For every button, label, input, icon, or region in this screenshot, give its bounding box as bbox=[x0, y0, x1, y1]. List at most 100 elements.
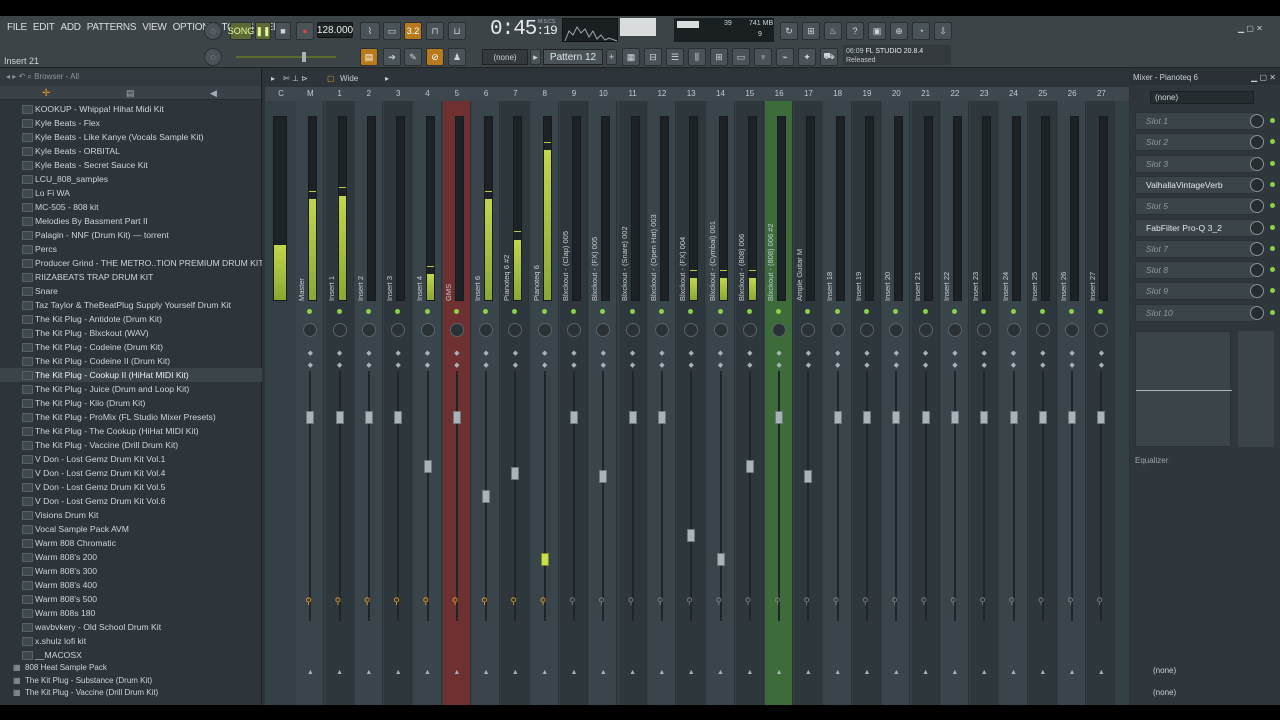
pattern-add-icon[interactable]: + bbox=[606, 49, 617, 65]
stereo-separation-icon[interactable]: ◆ bbox=[979, 361, 989, 369]
stereo-separation-icon[interactable]: ◆ bbox=[1009, 349, 1019, 357]
route-icon[interactable]: ⚲ bbox=[716, 596, 723, 607]
pattern-prev-icon[interactable]: ▸ bbox=[530, 49, 541, 65]
download-icon[interactable]: ⇩ bbox=[934, 22, 952, 40]
route-icon[interactable]: ⚲ bbox=[1038, 596, 1045, 607]
strip-number[interactable]: 18 bbox=[824, 89, 852, 98]
strip-label[interactable]: Insert 4 bbox=[415, 201, 429, 301]
stereo-separation-icon[interactable]: ◆ bbox=[921, 349, 931, 357]
menu-file[interactable]: FILE bbox=[4, 22, 30, 33]
stereo-separation-icon[interactable]: ◆ bbox=[803, 349, 813, 357]
stereo-separation-icon[interactable]: ◆ bbox=[305, 361, 315, 369]
volume-fader[interactable] bbox=[687, 529, 696, 543]
browser-folder[interactable]: RIIZABEATS TRAP DRUM KIT bbox=[0, 270, 262, 284]
help-icon[interactable]: ? bbox=[846, 22, 864, 40]
send-arrow-icon[interactable]: ▲ bbox=[891, 669, 901, 676]
route-icon[interactable]: ⚲ bbox=[628, 596, 635, 607]
strip-label[interactable]: Insert 23 bbox=[971, 201, 985, 301]
slot-enable-led[interactable] bbox=[1270, 160, 1275, 166]
stereo-separation-icon[interactable]: ◆ bbox=[569, 349, 579, 357]
send-arrow-icon[interactable]: ▲ bbox=[803, 669, 813, 676]
equalizer-display[interactable] bbox=[1135, 331, 1232, 447]
pan-knob[interactable] bbox=[567, 323, 581, 337]
effect-slot[interactable]: Slot 5 bbox=[1135, 197, 1255, 216]
volume-fader[interactable] bbox=[1068, 410, 1077, 424]
stereo-separation-icon[interactable]: ◆ bbox=[423, 349, 433, 357]
mic-icon[interactable]: ♨ bbox=[824, 22, 842, 40]
strip-label[interactable]: Blxckout - (808) 006 #2 bbox=[766, 201, 780, 301]
stereo-separation-icon[interactable]: ◆ bbox=[950, 349, 960, 357]
stereo-separation-icon[interactable]: ◆ bbox=[862, 349, 872, 357]
slot-enable-led[interactable] bbox=[1270, 181, 1275, 187]
strip-number[interactable]: 8 bbox=[531, 89, 559, 98]
route-icon[interactable]: ⚲ bbox=[1067, 596, 1074, 607]
effect-slot[interactable]: FabFilter Pro-Q 3_2 bbox=[1135, 218, 1255, 237]
stereo-separation-icon[interactable]: ◆ bbox=[1009, 361, 1019, 369]
stereo-separation-icon[interactable]: ◆ bbox=[452, 349, 462, 357]
browser-folder[interactable]: Melodies By Bassment Part II bbox=[0, 214, 262, 228]
browser-folder[interactable]: Warm 808's 200 bbox=[0, 550, 262, 564]
volume-fader[interactable] bbox=[745, 460, 754, 474]
strip-label[interactable]: Pianoteq 6 #2 bbox=[502, 201, 516, 301]
strip-label[interactable]: Blxckout - (Clap) 005 bbox=[561, 201, 575, 301]
route-icon[interactable]: ⚲ bbox=[657, 596, 664, 607]
strip-number[interactable]: 15 bbox=[736, 89, 764, 98]
stereo-separation-icon[interactable]: ◆ bbox=[540, 349, 550, 357]
slot-mix-knob[interactable] bbox=[1250, 241, 1264, 256]
strip-number[interactable]: 11 bbox=[619, 89, 647, 98]
route-icon[interactable]: ⚲ bbox=[364, 596, 371, 607]
volume-fader[interactable] bbox=[921, 410, 930, 424]
strip-number[interactable]: M bbox=[296, 89, 324, 98]
pause-button[interactable]: ❚❚ bbox=[255, 22, 271, 40]
slot-mix-knob[interactable] bbox=[1250, 263, 1264, 278]
strip-label[interactable]: Insert 3 bbox=[385, 201, 399, 301]
browser-pack[interactable]: 808 Heat Sample Pack bbox=[0, 662, 262, 675]
browser-folder[interactable]: Producer Grind - THE METRO..TION PREMIUM… bbox=[0, 256, 262, 270]
volume-fader[interactable] bbox=[833, 410, 842, 424]
pan-knob[interactable] bbox=[449, 323, 464, 337]
strip-label[interactable]: Ample Guitar M bbox=[795, 201, 809, 301]
route-icon[interactable]: ⚲ bbox=[950, 596, 957, 607]
strip-number[interactable]: 14 bbox=[707, 89, 735, 98]
strip-label[interactable]: Insert 21 bbox=[913, 201, 927, 301]
browser-folder[interactable]: The Kit Plug - Antidote (Drum Kit) bbox=[0, 312, 262, 326]
stereo-separation-icon[interactable]: ◆ bbox=[481, 361, 491, 369]
stereo-separation-icon[interactable]: ◆ bbox=[510, 349, 520, 357]
menu-add[interactable]: ADD bbox=[58, 22, 84, 33]
window-controls[interactable]: ▁ ▢ ✕ bbox=[1238, 24, 1263, 33]
effect-slot[interactable]: Slot 9 bbox=[1135, 282, 1255, 301]
stereo-separation-icon[interactable]: ◆ bbox=[891, 349, 901, 357]
browser-folder[interactable]: The Kit Plug - Kilo (Drum Kit) bbox=[0, 396, 262, 410]
send-arrow-icon[interactable]: ▲ bbox=[1009, 669, 1019, 676]
strip-label[interactable]: Blxckout - (808) 006 bbox=[737, 201, 751, 301]
strip-label[interactable]: Blxckout - (Open Hat) 003 bbox=[649, 201, 663, 301]
browser-folder[interactable]: The Kit Plug - The Cookup (HiHat MIDI Ki… bbox=[0, 424, 262, 438]
strip-enable-led[interactable] bbox=[922, 309, 928, 314]
strip-label[interactable]: Insert 19 bbox=[854, 201, 868, 301]
send-arrow-icon[interactable]: ▲ bbox=[540, 669, 550, 676]
stereo-separation-icon[interactable]: ◆ bbox=[1038, 349, 1048, 357]
strip-label[interactable]: Insert 22 bbox=[942, 201, 956, 301]
route-icon[interactable]: ⚲ bbox=[979, 596, 986, 607]
strip-number[interactable]: 20 bbox=[882, 89, 910, 98]
strip-number[interactable]: 16 bbox=[765, 89, 793, 98]
browser-folder[interactable]: The Kit Plug - Juice (Drum and Loop Kit) bbox=[0, 382, 262, 396]
send-arrow-icon[interactable]: ▲ bbox=[862, 669, 872, 676]
send-arrow-icon[interactable]: ▲ bbox=[745, 669, 755, 676]
slot-enable-led[interactable] bbox=[1270, 245, 1275, 251]
stereo-separation-icon[interactable]: ◆ bbox=[393, 361, 403, 369]
volume-fader[interactable] bbox=[716, 552, 725, 566]
stereo-separation-icon[interactable]: ◆ bbox=[364, 361, 374, 369]
strip-enable-led[interactable] bbox=[336, 309, 342, 314]
strip-enable-led[interactable] bbox=[424, 309, 430, 314]
stereo-separation-icon[interactable]: ◆ bbox=[686, 361, 696, 369]
strip-label[interactable]: Insert 6 bbox=[473, 201, 487, 301]
volume-fader[interactable] bbox=[599, 470, 608, 483]
strip-number[interactable]: 2 bbox=[355, 89, 383, 98]
stereo-separation-icon[interactable]: ◆ bbox=[686, 349, 696, 357]
input-select[interactable]: (none) bbox=[1135, 663, 1275, 679]
slot-mix-knob[interactable] bbox=[1250, 220, 1264, 235]
browser-pack[interactable]: The Kit Plug - Substance (Drum Kit) bbox=[0, 675, 262, 688]
touch-icon[interactable]: ✦ bbox=[798, 48, 816, 66]
pan-knob[interactable] bbox=[420, 323, 435, 337]
